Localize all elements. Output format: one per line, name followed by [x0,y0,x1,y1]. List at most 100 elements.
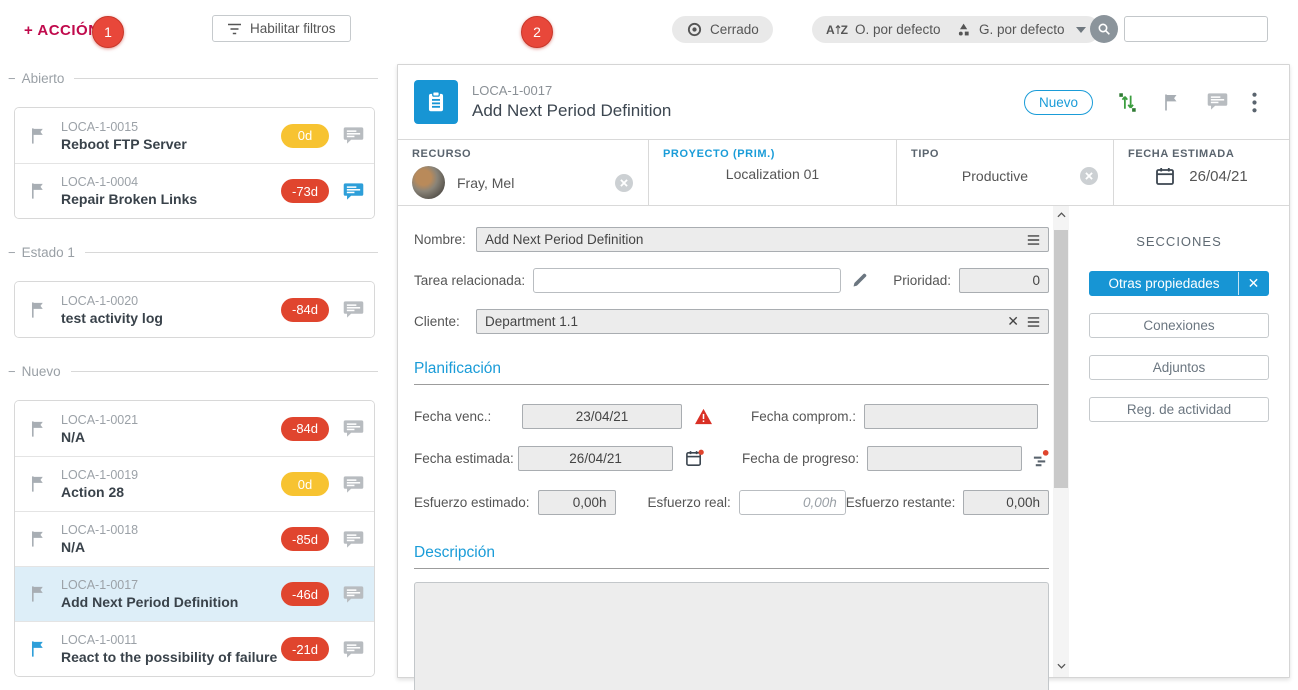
fecha-comprom-input[interactable] [873,409,1029,424]
notification-badge-1: 1 [92,16,124,48]
task-title: N/A [61,539,281,555]
flag-icon[interactable] [29,584,49,604]
task-list-item[interactable]: LOCA-1-0019Action 280d [15,456,374,511]
workflow-transition-icon[interactable] [1117,92,1138,113]
app-root: + ACCIÓN 1 2 Habilitar filtros Cerrado A… [0,0,1298,690]
scroll-down-icon[interactable] [1053,659,1069,673]
collapse-toggle[interactable]: − [8,245,16,260]
comment-icon[interactable] [343,419,364,438]
pencil-icon[interactable] [851,272,868,289]
comment-icon[interactable] [343,126,364,145]
calendar-alert-icon[interactable] [685,449,704,468]
group-header: −Nuevo [8,363,378,379]
task-code: LOCA-1-0004 [61,175,281,189]
collapse-toggle[interactable]: − [8,364,16,379]
kebab-menu-icon[interactable] [1252,92,1273,113]
flag-icon[interactable] [29,181,49,201]
comment-icon[interactable] [1207,92,1228,113]
flag-icon[interactable] [29,529,49,549]
comment-icon[interactable] [343,182,364,201]
field-fecha-estimada-value: 26/04/21 [1189,168,1247,185]
flag-icon[interactable] [29,300,49,320]
fecha-venc-label: Fecha venc.: [414,409,522,424]
properties-form: Nombre: Tarea relacionada: [398,206,1053,677]
group-divider [74,78,378,79]
nombre-input[interactable] [485,232,1021,247]
task-list-item[interactable]: LOCA-1-0018N/A-85d [15,511,374,566]
group-label: Nuevo [22,364,61,379]
task-list-item[interactable]: LOCA-1-0021N/A-84d [15,401,374,456]
task-title: React to the possibility of failure [61,649,281,665]
filter-icon [227,23,242,35]
task-list-item[interactable]: LOCA-1-0020test activity log-84d [15,282,374,337]
flag-icon[interactable] [29,126,49,146]
status-badge[interactable]: Nuevo [1024,90,1093,115]
esfuerzo-estimado-input[interactable] [547,495,607,510]
task-detail-panel: LOCA-1-0017 Add Next Period Definition N… [397,64,1290,678]
calendar-icon[interactable] [1155,166,1175,186]
descripcion-textarea[interactable] [414,582,1049,690]
group-label: Abierto [22,71,65,86]
comment-icon[interactable] [343,300,364,319]
field-proyecto-value[interactable]: Localization 01 [726,166,819,182]
task-list-item[interactable]: LOCA-1-0004Repair Broken Links-73d [15,163,374,218]
form-scrollbar[interactable] [1053,206,1069,677]
fecha-estimada-input[interactable] [527,451,664,466]
search-input[interactable] [1125,17,1298,41]
field-proyecto-label: PROYECTO (PRIM.) [663,148,882,160]
comment-icon[interactable] [343,640,364,659]
fecha-progreso-input-wrap [867,446,1022,471]
flag-icon[interactable] [29,419,49,439]
view-closed-pill[interactable]: Cerrado [672,16,773,43]
group-by-dropdown[interactable]: G. por defecto [942,16,1100,43]
flag-icon[interactable] [29,639,49,659]
prioridad-input-wrap [959,268,1049,293]
task-type-icon [414,80,458,124]
comment-icon[interactable] [343,530,364,549]
task-list-item[interactable]: LOCA-1-0015Reboot FTP Server0d [15,108,374,163]
field-recurso-value: Fray, Mel [457,175,514,191]
add-action-button[interactable]: + ACCIÓN [24,22,100,39]
fecha-estimada-input-wrap [518,446,673,471]
menu-icon[interactable] [1027,316,1040,328]
prioridad-input[interactable] [968,273,1040,288]
task-title: Reboot FTP Server [61,136,281,152]
group-divider [85,252,378,253]
cliente-input[interactable] [485,314,1001,329]
clear-tipo-icon[interactable] [1079,166,1099,186]
fecha-progreso-input[interactable] [876,451,1013,466]
menu-icon[interactable] [1027,234,1040,246]
fecha-venc-input-wrap [522,404,682,429]
section-button-otras-propiedades[interactable]: Otras propiedades✕ [1089,271,1269,296]
due-badge: -46d [281,582,329,606]
section-button-adjuntos[interactable]: Adjuntos [1089,355,1269,380]
search-button[interactable] [1090,15,1118,43]
scroll-up-icon[interactable] [1053,208,1069,222]
comment-icon[interactable] [343,585,364,604]
view-closed-label: Cerrado [710,22,759,37]
clear-recurso-icon[interactable] [614,173,634,193]
enable-filters-button[interactable]: Habilitar filtros [212,15,351,42]
flag-icon[interactable] [1162,92,1183,113]
esfuerzo-real-input[interactable] [748,495,837,510]
nombre-label: Nombre: [414,232,476,247]
progress-alert-icon[interactable] [1032,449,1049,468]
esfuerzo-restante-input[interactable] [972,495,1040,510]
enable-filters-label: Habilitar filtros [250,21,336,36]
task-text: LOCA-1-0011React to the possibility of f… [61,633,281,665]
scrollbar-thumb[interactable] [1054,230,1068,488]
comment-icon[interactable] [343,475,364,494]
collapse-toggle[interactable]: − [8,71,16,86]
clear-x-icon[interactable]: ✕ [1007,313,1019,330]
section-button-reg-de-actividad[interactable]: Reg. de actividad [1089,397,1269,422]
task-list-item[interactable]: LOCA-1-0017Add Next Period Definition-46… [15,566,374,621]
close-icon[interactable]: ✕ [1238,272,1268,295]
search-icon [1096,21,1112,37]
task-list-item[interactable]: LOCA-1-0011React to the possibility of f… [15,621,374,676]
sort-az-icon: AZ [826,23,848,37]
flag-icon[interactable] [29,474,49,494]
tarea-input[interactable] [542,273,832,288]
fecha-venc-input[interactable] [531,409,673,424]
section-button-conexiones[interactable]: Conexiones [1089,313,1269,338]
group-label: Estado 1 [22,245,75,260]
